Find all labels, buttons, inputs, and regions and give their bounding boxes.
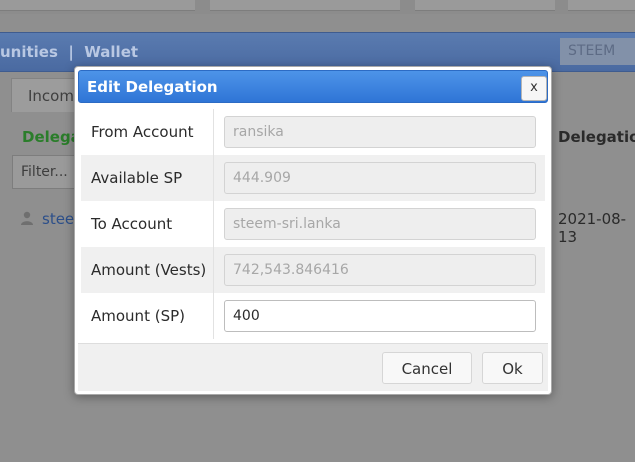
top-strip-segment [210, 0, 400, 11]
from-account-field[interactable] [224, 116, 536, 148]
form-row-amount-vests: Amount (Vests) [81, 247, 545, 293]
dialog-title: Edit Delegation [87, 78, 218, 96]
delegation-form: From Account Available SP To Account Amo… [81, 109, 545, 339]
from-account-label: From Account [81, 109, 214, 155]
dialog-titlebar[interactable]: Edit Delegation x [78, 70, 548, 103]
form-row-available-sp: Available SP [81, 155, 545, 201]
form-row-from-account: From Account [81, 109, 545, 155]
top-strip-segment [568, 0, 635, 11]
amount-vests-label: Amount (Vests) [81, 247, 214, 293]
row-username: stee [42, 210, 75, 228]
amount-sp-field[interactable] [224, 300, 536, 332]
edit-delegation-dialog: Edit Delegation x From Account Available… [74, 66, 552, 395]
top-strip-segment [415, 0, 555, 11]
top-strip-segment [0, 0, 195, 11]
to-account-label: To Account [81, 201, 214, 247]
ok-button[interactable]: Ok [482, 352, 543, 384]
tab-income[interactable]: Incom [11, 78, 81, 112]
top-strip [0, 0, 635, 14]
available-sp-field[interactable] [224, 162, 536, 194]
row-date: 2021-08-13 [558, 210, 627, 246]
amount-sp-label: Amount (SP) [81, 293, 214, 339]
cancel-button[interactable]: Cancel [382, 352, 472, 384]
column-header-delegation: Delegation [558, 128, 635, 146]
close-button[interactable]: x [521, 76, 547, 101]
nav-links[interactable]: unities | Wallet [0, 43, 138, 61]
filter-input[interactable]: Filter... [12, 155, 82, 189]
amount-vests-field[interactable] [224, 254, 536, 286]
to-account-field[interactable] [224, 208, 536, 240]
form-row-amount-sp: Amount (SP) [81, 293, 545, 339]
form-row-to-account: To Account [81, 201, 545, 247]
available-sp-label: Available SP [81, 155, 214, 201]
person-icon [20, 211, 34, 225]
dialog-footer: Cancel Ok [78, 343, 548, 391]
table-row-user[interactable]: stee [20, 210, 74, 228]
steem-dropdown[interactable]: STEEM [560, 38, 635, 65]
column-header-delegator: Delega [22, 128, 81, 146]
